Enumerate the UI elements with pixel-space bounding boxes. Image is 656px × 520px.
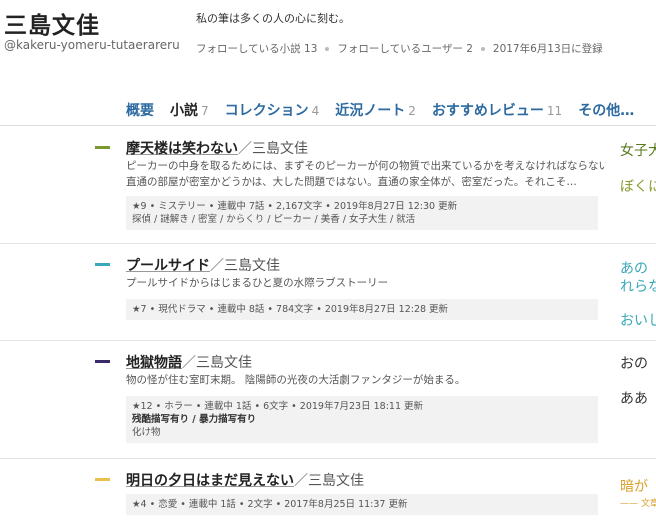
row-divider [0, 458, 656, 459]
work-title-line: プールサイド／三島文佳 [126, 255, 280, 275]
work-info-box: ★9 • ミステリー • 連載中 7話 • 2,167文字 • 2019年8月2… [126, 196, 598, 230]
user-bio: 私の筆は多くの人の心に刻む。 [196, 12, 350, 25]
user-stats: フォローしている小説 13 フォローしているユーザー 2 2017年6月13日に… [196, 41, 603, 56]
tabs-divider [0, 125, 656, 126]
user-name: 三島文佳 [4, 13, 100, 39]
side-collection-text[interactable]: 女子大 [620, 140, 656, 160]
work-description: ピーカーの中身を取るためには、まずそのピーカーが何の物質で出来ているかを考えなけ… [126, 160, 606, 188]
row-divider [0, 340, 656, 341]
content-warnings: 残酷描写有り / 暴力描写有り [132, 414, 257, 425]
work-description: 物の怪が住む室町末期。 陰陽師の光夜の大活劇ファンタジーが始まる。 [126, 374, 466, 386]
genre-color-mark [95, 263, 110, 266]
work-author-link[interactable]: 三島文佳 [196, 355, 252, 371]
side-collection-text[interactable]: ああ [620, 388, 648, 408]
following-novels-link[interactable]: フォローしている小説 13 [196, 41, 317, 56]
side-collection-text[interactable]: おの [620, 353, 648, 373]
tab-novels[interactable]: 小説 7 [170, 100, 209, 120]
work-meta: ★12 • ホラー • 連載中 1話 • 6文字 • 2019年7月23日 18… [132, 401, 424, 412]
profile-tabs: 概要 小説 7 コレクション 4 近況ノート 2 おすすめレビュー 11 その他… [126, 100, 634, 120]
genre-color-mark [95, 478, 110, 481]
tab-news-notes[interactable]: 近況ノート 2 [335, 100, 416, 120]
separator-dot [325, 46, 330, 51]
tab-collections[interactable]: コレクション 4 [225, 100, 320, 120]
work-meta: ★9 • ミステリー • 連載中 7話 • 2,167文字 • 2019年8月2… [132, 201, 458, 212]
work-title-line: 明日の夕日はまだ見えない／三島文佳 [126, 470, 364, 490]
work-author-link[interactable]: 三島文佳 [224, 258, 280, 274]
title-slash: ／ [238, 141, 252, 157]
work-author-link[interactable]: 三島文佳 [252, 141, 308, 157]
title-slash: ／ [210, 258, 224, 274]
work-description: プールサイドからはじまるひと夏の水際ラブストーリー [126, 277, 389, 289]
work-tags[interactable]: 探偵 / 謎解き / 密室 / からくり / ピーカー / 美香 / 女子大生 … [132, 213, 592, 226]
user-id: @kakeru-yomeru-tutaerareru [4, 38, 180, 52]
tab-overview[interactable]: 概要 [126, 100, 154, 120]
side-collection-text[interactable]: おいし [620, 310, 656, 330]
side-collection-caption: —— 文章 [620, 499, 656, 509]
work-info-box: ★4 • 恋愛 • 連載中 1話 • 2文字 • 2017年8月25日 11:3… [126, 494, 598, 515]
genre-color-mark [95, 146, 110, 149]
work-title-line: 地獄物語／三島文佳 [126, 352, 252, 372]
work-info-box: ★7 • 現代ドラマ • 連載中 8話 • 784文字 • 2019年8月27日… [126, 299, 598, 320]
row-divider [0, 243, 656, 244]
following-users-link[interactable]: フォローしているユーザー 2 [337, 41, 473, 56]
work-meta: ★7 • 現代ドラマ • 連載中 8話 • 784文字 • 2019年8月27日… [132, 304, 449, 315]
work-title-line: 摩天楼は笑わない／三島文佳 [126, 138, 308, 158]
tab-recommended-reviews[interactable]: おすすめレビュー 11 [432, 100, 562, 120]
title-slash: ／ [294, 473, 308, 489]
genre-color-mark [95, 360, 110, 363]
separator-dot [480, 46, 485, 51]
side-collection-text[interactable]: ぼくに [620, 176, 656, 196]
work-title-link[interactable]: プールサイド [126, 258, 210, 274]
work-title-link[interactable]: 地獄物語 [126, 355, 182, 371]
side-collection-text[interactable]: あの [620, 258, 648, 278]
title-slash: ／ [182, 355, 196, 371]
registered-date: 2017年6月13日に登録 [492, 43, 603, 55]
work-meta: ★4 • 恋愛 • 連載中 1話 • 2文字 • 2017年8月25日 11:3… [132, 499, 408, 510]
work-title-link[interactable]: 摩天楼は笑わない [126, 141, 238, 157]
side-collection-text[interactable]: 暗が [620, 476, 648, 496]
work-title-link[interactable]: 明日の夕日はまだ見えない [126, 473, 294, 489]
work-tags[interactable]: 化け物 [132, 426, 592, 439]
tab-more[interactable]: その他… [578, 100, 634, 120]
work-info-box: ★12 • ホラー • 連載中 1話 • 6文字 • 2019年7月23日 18… [126, 396, 598, 443]
side-collection-text[interactable]: れらな [620, 276, 656, 296]
work-author-link[interactable]: 三島文佳 [308, 473, 364, 489]
